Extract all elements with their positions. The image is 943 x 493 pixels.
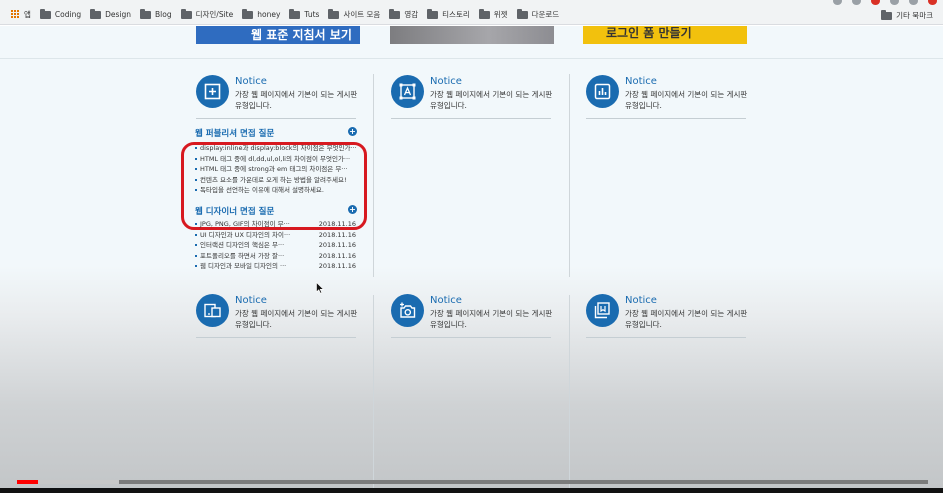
bookmark-folder[interactable]: 영감 bbox=[389, 8, 418, 20]
bookmark-folder[interactable]: Tuts bbox=[289, 8, 319, 19]
apps-grid-icon[interactable] bbox=[11, 10, 20, 19]
folder-icon bbox=[328, 8, 340, 19]
notice-card[interactable]: Notice 가장 웹 페이지에서 기본이 되는 게시판 유형입니다. bbox=[196, 294, 357, 344]
bookmark-folder[interactable]: 사이트 모음 bbox=[328, 8, 380, 20]
item-date: 2018.11.16 bbox=[318, 241, 356, 249]
column-divider bbox=[569, 74, 570, 277]
folder-icon bbox=[427, 8, 439, 19]
notice-description: 가장 웹 페이지에서 기본이 되는 게시판 유형입니다. bbox=[430, 309, 553, 329]
divider bbox=[586, 337, 746, 338]
more-plus-icon[interactable]: + bbox=[348, 127, 357, 136]
buffered-bar bbox=[37, 480, 120, 484]
bookmark-apps[interactable]: 앱 bbox=[24, 9, 31, 20]
more-plus-icon[interactable]: + bbox=[348, 205, 357, 214]
designer-interview-board: 웹 디자이너 면접 질문 + JPG, PNG, GIF의 차이점이 무··· 2… bbox=[195, 205, 358, 272]
bar-chart-icon bbox=[586, 75, 619, 108]
camera-add-icon bbox=[391, 294, 424, 327]
bookmark-folder[interactable]: 티스토리 bbox=[427, 8, 470, 20]
list-item[interactable]: 포트폴리오를 하면서 가장 잘··· 2018.11.16 bbox=[195, 251, 358, 262]
banner-image[interactable] bbox=[390, 26, 554, 44]
notice-description: 가장 웹 페이지에서 기본이 되는 게시판 유형입니다. bbox=[625, 90, 748, 110]
folder-icon bbox=[389, 8, 401, 19]
divider bbox=[196, 337, 356, 338]
notice-description: 가장 웹 페이지에서 기본이 되는 게시판 유형입니다. bbox=[430, 90, 553, 110]
notice-title[interactable]: Notice bbox=[625, 76, 657, 87]
text-frame-icon bbox=[391, 75, 424, 108]
divider bbox=[586, 118, 746, 119]
notice-title[interactable]: Notice bbox=[235, 295, 267, 306]
notice-card[interactable]: Notice 가장 웹 페이지에서 기본이 되는 게시판 유형입니다. bbox=[391, 294, 552, 344]
notice-card[interactable]: Notice 가장 웹 페이지에서 기본이 되는 게시판 유형입니다. bbox=[586, 294, 747, 344]
bookmark-folder[interactable]: honey bbox=[242, 8, 280, 19]
banner-login-form[interactable]: 로그인 폼 만들기 bbox=[583, 26, 747, 44]
item-date: 2018.11.16 bbox=[318, 251, 356, 260]
folder-icon bbox=[90, 8, 102, 19]
column-divider bbox=[373, 74, 374, 277]
folder-icon bbox=[289, 8, 301, 19]
web-page: 웹 표준 지침서 보기 로그인 폼 만들기 Notice 가장 웹 페이지에서 … bbox=[0, 26, 943, 488]
item-date: 2018.11.16 bbox=[318, 262, 356, 270]
item-date: 2018.11.16 bbox=[318, 220, 356, 228]
folder-icon bbox=[140, 8, 151, 19]
video-progress-bar[interactable] bbox=[17, 480, 928, 484]
notice-description: 가장 웹 페이지에서 기본이 되는 게시판 유형입니다. bbox=[235, 90, 358, 110]
notice-card[interactable]: Notice 가장 웹 페이지에서 기본이 되는 게시판 유형입니다. bbox=[586, 75, 747, 125]
list-item[interactable]: UI 디자인과 UX 디자인의 차이··· 2018.11.16 bbox=[195, 230, 358, 241]
board-title[interactable]: 웹 퍼블리셔 면접 질문 + bbox=[195, 127, 358, 139]
notice-title[interactable]: Notice bbox=[430, 76, 462, 87]
bookmark-folder[interactable]: 디자인/Site bbox=[180, 8, 233, 20]
banner-label: 로그인 폼 만들기 bbox=[606, 26, 692, 40]
divider bbox=[391, 337, 551, 338]
list-item[interactable]: 인터랙션 디자인의 핵심은 무··· 2018.11.16 bbox=[195, 240, 358, 251]
played-bar bbox=[17, 480, 38, 484]
divider bbox=[391, 118, 551, 119]
banner-label: 웹 표준 지침서 보기 bbox=[251, 28, 352, 42]
notice-title[interactable]: Notice bbox=[430, 295, 462, 306]
bookmark-folder[interactable]: 다운로드 bbox=[516, 8, 559, 20]
banner-row: 웹 표준 지침서 보기 로그인 폼 만들기 bbox=[0, 26, 943, 58]
notice-title[interactable]: Notice bbox=[625, 295, 657, 306]
other-bookmarks[interactable]: 기타 북마크 bbox=[881, 9, 933, 21]
banner-web-standard[interactable]: 웹 표준 지침서 보기 bbox=[196, 26, 360, 44]
bookmark-folder[interactable]: Coding bbox=[39, 8, 81, 19]
bookmark-folder[interactable]: Blog bbox=[140, 8, 172, 19]
notice-card[interactable]: Notice 가장 웹 페이지에서 기본이 되는 게시판 유형입니다. bbox=[196, 75, 357, 125]
notice-description: 가장 웹 페이지에서 기본이 되는 게시판 유형입니다. bbox=[235, 309, 358, 329]
board-title[interactable]: 웹 디자이너 면접 질문 + bbox=[195, 205, 358, 217]
bookmark-folder[interactable]: 위젯 bbox=[478, 8, 508, 20]
folder-icon bbox=[39, 8, 51, 19]
folder-icon bbox=[242, 8, 254, 19]
bookmark-folder[interactable]: Design bbox=[90, 8, 131, 19]
list-item[interactable]: 웹 디자인과 모바일 디자인의 ··· 2018.11.16 bbox=[195, 261, 358, 272]
list-item[interactable]: JPG, PNG, GIF의 차이점이 무··· 2018.11.16 bbox=[195, 219, 358, 230]
layers-icon bbox=[586, 294, 619, 327]
folder-icon bbox=[516, 8, 528, 19]
notice-card[interactable]: Notice 가장 웹 페이지에서 기본이 되는 게시판 유형입니다. bbox=[391, 75, 552, 125]
item-date: 2018.11.16 bbox=[318, 230, 356, 239]
folder-icon bbox=[478, 8, 490, 19]
notice-title[interactable]: Notice bbox=[235, 76, 267, 87]
divider bbox=[0, 58, 943, 59]
folder-icon bbox=[881, 9, 893, 20]
plus-square-icon bbox=[196, 75, 229, 108]
folder-icon bbox=[180, 8, 192, 19]
column-divider bbox=[569, 295, 570, 488]
video-controls-band bbox=[0, 488, 943, 493]
column-divider bbox=[373, 295, 374, 488]
mouse-cursor-icon bbox=[316, 282, 324, 294]
notice-description: 가장 웹 페이지에서 기본이 되는 게시판 유형입니다. bbox=[625, 309, 748, 329]
divider bbox=[196, 118, 356, 119]
bookmarks-bar: 앱 Coding Design Blog 디자인/Site honey Tuts… bbox=[0, 5, 943, 25]
devices-icon bbox=[196, 294, 229, 327]
